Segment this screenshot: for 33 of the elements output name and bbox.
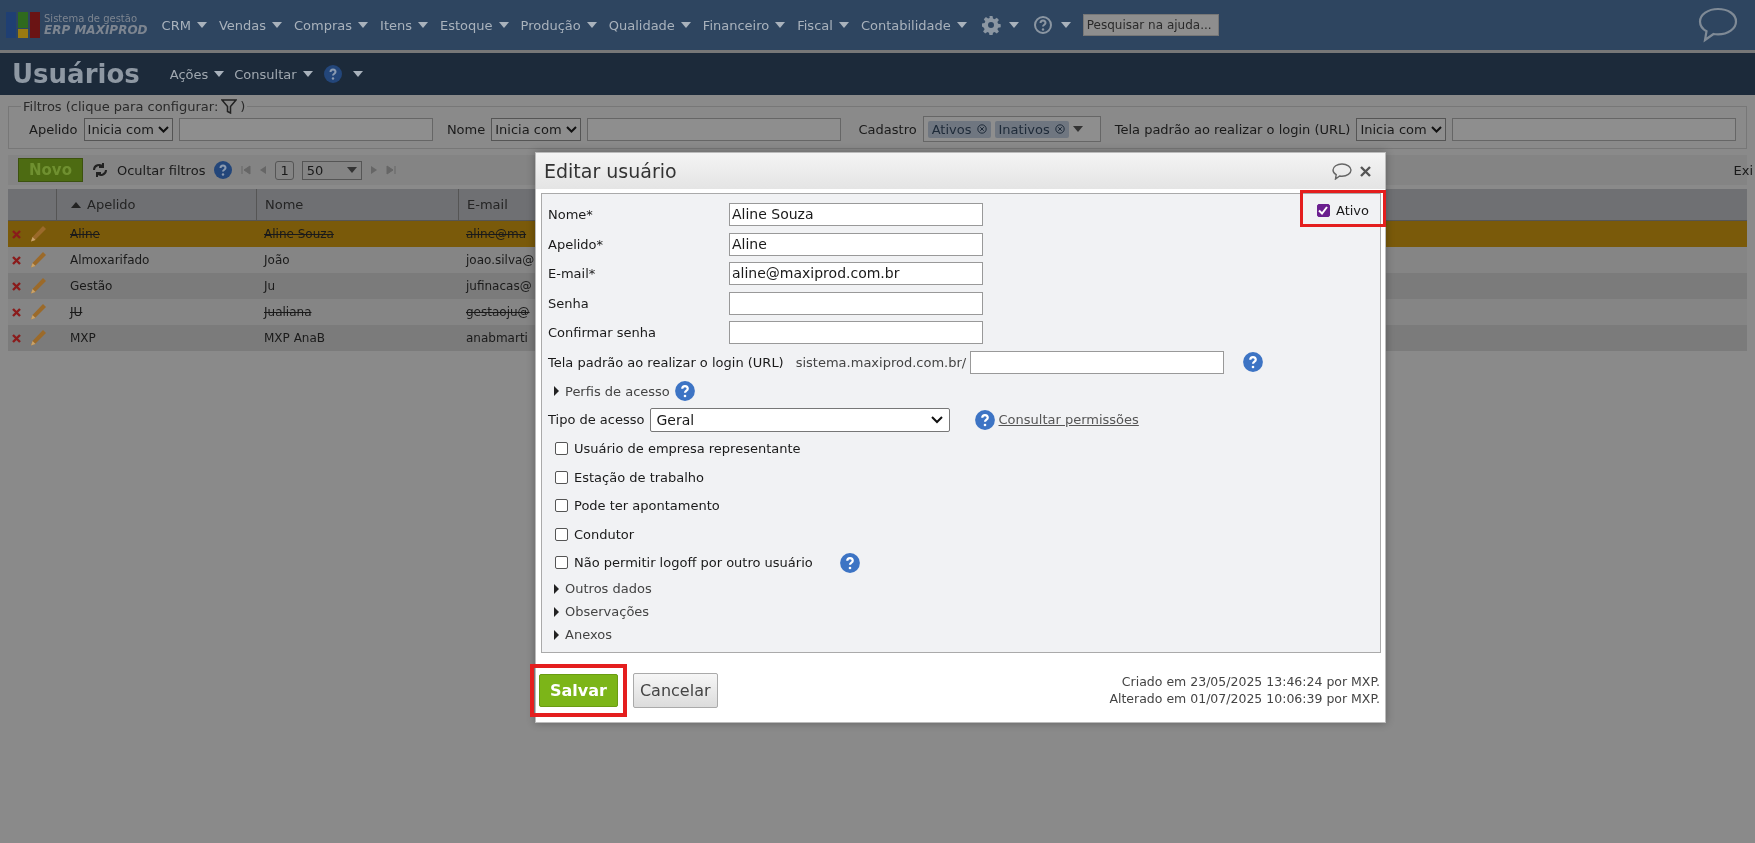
filter-label: Apelido	[29, 121, 78, 137]
field-label: Tipo de acesso	[548, 412, 645, 428]
table-cell-text: MXP	[69, 330, 97, 347]
field-label: Confirmar senha	[548, 325, 657, 341]
created-info: Criado em 23/05/2025 13:46:24 por MXP.	[1121, 674, 1380, 691]
table-cell-text: Jualiana	[262, 304, 313, 321]
dialog-title: Editar usuário	[544, 160, 678, 182]
logo-subtitle: Sistema de gestão	[44, 12, 137, 24]
modified-info: Alterado em 01/07/2025 10:06:39 por MXP.	[1109, 690, 1380, 707]
table-cell-text: Gestão	[69, 278, 114, 295]
table-cell-text: jufinacas@	[464, 278, 533, 295]
page-title: Usuários	[12, 59, 140, 89]
filter-label: Cadastro	[858, 121, 917, 137]
filter-label: Tela padrão ao realizar o login (URL)	[1114, 121, 1351, 137]
table-cell-text: JU	[68, 304, 84, 321]
table-cell-text: Aline	[69, 226, 101, 243]
table-cell-text: Ju	[262, 278, 277, 295]
url-prefix: sistema.maxiprod.com.br/	[795, 354, 967, 370]
table-cell-text: joao.silva@	[464, 252, 536, 269]
table-cell-text: Almoxarifado	[69, 252, 151, 269]
field-label: Nome*	[548, 207, 594, 223]
field-label: Senha	[548, 295, 590, 311]
table-cell-text: aline@ma	[465, 226, 528, 243]
table-cell-text: Aline Souza	[263, 226, 335, 243]
table-cell-text: João	[262, 252, 291, 269]
filter-label: Nome	[446, 121, 486, 137]
filters-legend-end: )	[240, 99, 246, 114]
table-cell-text: MXP AnaB	[263, 330, 327, 347]
table-cell-text: gestaoju@	[465, 304, 531, 321]
field-label: E-mail*	[548, 266, 597, 282]
table-cell-text: anabmarti	[465, 330, 529, 347]
field-label: Tela padrão ao realizar o login (URL)	[548, 354, 784, 370]
field-label: Apelido*	[548, 236, 605, 252]
